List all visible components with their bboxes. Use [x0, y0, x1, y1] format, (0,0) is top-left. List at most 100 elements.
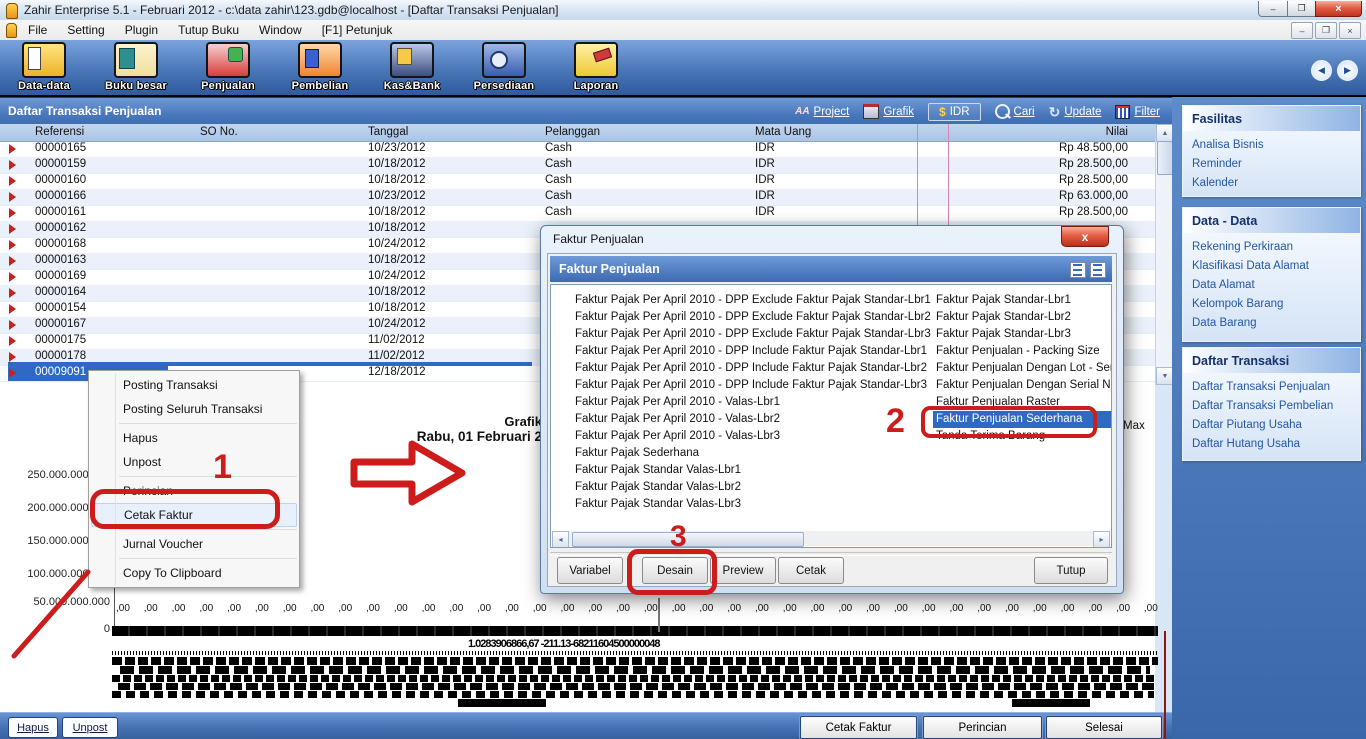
menu-tutup-buku[interactable]: Tutup Buku	[178, 23, 239, 37]
context-menu-item-jurnal-voucher[interactable]: Jurnal Voucher	[89, 532, 299, 556]
table-row[interactable]: 0000016610/23/2012CashIDRRp 63.000,00	[0, 189, 1155, 206]
template-item[interactable]: Faktur Pajak Per April 2010 - Valas-Lbr2	[575, 411, 931, 428]
table-row[interactable]: 0000016510/23/2012CashIDRRp 48.500,00	[0, 141, 1155, 158]
template-item[interactable]: Faktur Pajak Standar-Lbr3	[936, 326, 1112, 343]
toolbar-item-data-data[interactable]: Data-data	[6, 42, 82, 92]
template-item[interactable]: Faktur Pajak Per April 2010 - Valas-Lbr1	[575, 394, 931, 411]
dialog-close-button[interactable]: x	[1061, 226, 1109, 247]
hscrollbar-thumb[interactable]	[572, 532, 804, 547]
header-action-project[interactable]: AAProject	[795, 106, 849, 118]
toolbar-item-persediaan[interactable]: Persediaan	[466, 42, 542, 92]
mdi-close-button[interactable]: ×	[1339, 22, 1361, 39]
toolbar-item-penjualan[interactable]: Penjualan	[190, 42, 266, 92]
toolbar-item-buku-besar[interactable]: Buku besar	[98, 42, 174, 92]
context-menu-item-hapus[interactable]: Hapus	[89, 426, 299, 450]
context-menu-item-copy-to-clipboard[interactable]: Copy To Clipboard	[89, 561, 299, 585]
unpost-button[interactable]: Unpost	[62, 717, 118, 738]
context-menu-item-posting-transaksi[interactable]: Posting Transaksi	[89, 373, 299, 397]
cetak-button[interactable]: Cetak	[778, 557, 844, 584]
close-button[interactable]: ×	[1315, 1, 1362, 17]
column-header-referensi[interactable]: Referensi	[35, 126, 84, 138]
toolbar-item-kas-bank[interactable]: Kas&Bank	[374, 42, 450, 92]
sidebar-item-daftar-transaksi-pembelian[interactable]: Daftar Transaksi Pembelian	[1192, 397, 1360, 416]
sidebar-item-analisa-bisnis[interactable]: Analisa Bisnis	[1192, 136, 1360, 155]
context-menu-item-posting-seluruh-transaksi[interactable]: Posting Seluruh Transaksi	[89, 397, 299, 421]
header-action-idr[interactable]: $IDR	[928, 103, 981, 121]
preview-button[interactable]: Preview	[710, 557, 776, 584]
sidebar-item-kalender[interactable]: Kalender	[1192, 174, 1360, 193]
hapus-button[interactable]: Hapus	[8, 717, 58, 738]
table-row[interactable]: 0000016110/18/2012CashIDRRp 28.500,00	[0, 205, 1155, 222]
menu-setting[interactable]: Setting	[67, 23, 104, 37]
list-view-icon[interactable]	[1090, 262, 1106, 278]
template-item[interactable]: Faktur Penjualan Dengan Lot - Seri	[936, 360, 1112, 377]
template-item[interactable]: Faktur Penjualan Dengan Serial Nur	[936, 377, 1112, 394]
column-header-mata-uang[interactable]: Mata Uang	[755, 126, 811, 138]
menu-window[interactable]: Window	[259, 23, 302, 37]
variabel-button[interactable]: Variabel	[557, 557, 623, 584]
selesai-button[interactable]: Selesai	[1046, 716, 1162, 739]
sort-icon[interactable]	[1070, 262, 1086, 278]
template-item[interactable]: Faktur Pajak Per April 2010 - Valas-Lbr3	[575, 428, 931, 445]
table-row[interactable]: 0000016010/18/2012CashIDRRp 28.500,00	[0, 173, 1155, 190]
template-item[interactable]: Faktur Pajak Per April 2010 - DPP Exclud…	[575, 326, 931, 343]
template-item[interactable]: Faktur Pajak Standar Valas-Lbr3	[575, 496, 931, 513]
sidebar-item-reminder[interactable]: Reminder	[1192, 155, 1360, 174]
context-menu-item-unpost[interactable]: Unpost	[89, 450, 299, 474]
maximize-button[interactable]: ❐	[1287, 1, 1316, 17]
header-action-filter[interactable]: Filter	[1115, 105, 1160, 119]
cetak-faktur-button[interactable]: Cetak Faktur	[800, 716, 917, 739]
template-item[interactable]: Faktur Pajak Sederhana	[575, 445, 931, 462]
column-header-pelanggan[interactable]: Pelanggan	[545, 126, 600, 138]
minimize-button[interactable]: –	[1258, 1, 1288, 17]
scroll-right-icon[interactable]: ▸	[1093, 531, 1110, 548]
chart-x-label: ,00	[199, 603, 213, 614]
menu-file[interactable]: File	[28, 23, 47, 37]
sidebar-item-rekening-perkiraan[interactable]: Rekening Perkiraan	[1192, 238, 1360, 257]
column-header-nilai[interactable]: Nilai	[1106, 126, 1128, 138]
scrollbar-thumb[interactable]	[1157, 141, 1173, 175]
header-action-cari[interactable]: Cari	[995, 104, 1035, 119]
cell-referensi: 00000169	[35, 270, 86, 282]
column-header-tanggal[interactable]: Tanggal	[368, 126, 408, 138]
sidebar-item-kelompok-barang[interactable]: Kelompok Barang	[1192, 295, 1360, 314]
template-item[interactable]: Faktur Penjualan - Packing Size	[936, 343, 1112, 360]
mdi-restore-button[interactable]: ❐	[1315, 22, 1337, 39]
tutup-button[interactable]: Tutup	[1034, 557, 1108, 584]
sidebar-item-daftar-hutang-usaha[interactable]: Daftar Hutang Usaha	[1192, 435, 1360, 454]
header-action-update[interactable]: ↻Update	[1049, 106, 1102, 118]
mdi-minimize-button[interactable]: –	[1291, 22, 1313, 39]
template-item[interactable]: Faktur Pajak Per April 2010 - DPP Exclud…	[575, 309, 931, 326]
toolbar-item-pembelian[interactable]: Pembelian	[282, 42, 358, 92]
sidebar-item-data-alamat[interactable]: Data Alamat	[1192, 276, 1360, 295]
template-item[interactable]: Faktur Pajak Per April 2010 - DPP Includ…	[575, 360, 931, 377]
template-item[interactable]: Faktur Pajak Standar-Lbr2	[936, 309, 1112, 326]
template-item[interactable]: Faktur Pajak Per April 2010 - DPP Includ…	[575, 343, 931, 360]
sidebar-item-data-barang[interactable]: Data Barang	[1192, 314, 1360, 333]
scroll-left-icon[interactable]: ◂	[552, 531, 569, 548]
sidebar-item-klasifikasi-data-alamat[interactable]: Klasifikasi Data Alamat	[1192, 257, 1360, 276]
template-item[interactable]: Faktur Pajak Per April 2010 - DPP Includ…	[575, 377, 931, 394]
template-list-column-1: Faktur Pajak Per April 2010 - DPP Exclud…	[575, 292, 931, 513]
nav-back-button[interactable]: ◀	[1311, 60, 1332, 81]
list-hscrollbar[interactable]: ◂ ▸	[552, 531, 1110, 546]
menu-plugin[interactable]: Plugin	[125, 23, 158, 37]
toolbar-item-laporan[interactable]: Laporan	[558, 42, 634, 92]
chart-baseline-band	[112, 626, 1158, 636]
sidebar-item-daftar-piutang-usaha[interactable]: Daftar Piutang Usaha	[1192, 416, 1360, 435]
table-scrollbar[interactable]: ▲ ▼	[1155, 124, 1173, 385]
template-item[interactable]: Faktur Pajak Standar-Lbr1	[936, 292, 1112, 309]
template-item[interactable]: Faktur Pajak Per April 2010 - DPP Exclud…	[575, 292, 931, 309]
nav-forward-button[interactable]: ▶	[1337, 60, 1358, 81]
menu-f1-petunjuk[interactable]: [F1] Petunjuk	[322, 23, 393, 37]
row-marker-icon	[9, 176, 16, 186]
sidebar-item-daftar-transaksi-penjualan[interactable]: Daftar Transaksi Penjualan	[1192, 378, 1360, 397]
perincian-button[interactable]: Perincian	[923, 716, 1042, 739]
table-row[interactable]: 0000015910/18/2012CashIDRRp 28.500,00	[0, 157, 1155, 174]
cell-tanggal: 10/18/2012	[368, 302, 426, 314]
header-action-grafik[interactable]: Grafik	[863, 104, 914, 119]
column-header-so-no[interactable]: SO No.	[200, 126, 238, 138]
template-item[interactable]: Faktur Pajak Standar Valas-Lbr2	[575, 479, 931, 496]
template-item[interactable]: Faktur Pajak Standar Valas-Lbr1	[575, 462, 931, 479]
row-marker-icon	[9, 160, 16, 170]
